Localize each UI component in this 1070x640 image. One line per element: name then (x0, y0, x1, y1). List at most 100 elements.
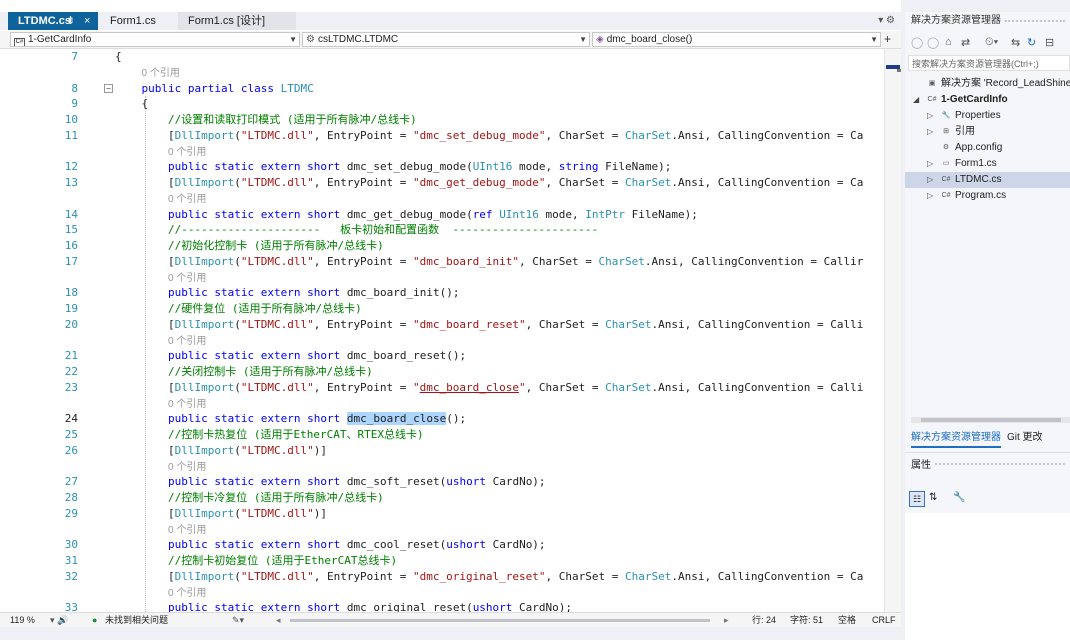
navigation-bar: C# 1-GetCardInfo ▼ ⚙ csLTDMC.LTDMC ▼ ◈ dmc_bo… (0, 31, 901, 49)
tree-item[interactable]: ▣ 解决方案 'Record_LeadShine_ (905, 76, 1070, 92)
pin-icon[interactable]: ⇟ (66, 12, 75, 30)
expander-icon[interactable]: ▷ (927, 124, 933, 140)
solution-search-input[interactable]: 搜索解决方案资源管理器(Ctrl+;) (908, 55, 1070, 71)
code-line[interactable]: 16 //初始化控制卡 (适用于所有脉冲/总线卡) (0, 239, 884, 253)
code-line[interactable]: 12 public static extern short dmc_set_de… (0, 160, 884, 174)
line-number: 33 (64, 601, 78, 612)
code-line[interactable]: 13 [DllImport("LTDMC.dll", EntryPoint = … (0, 176, 884, 190)
alphabetical-icon[interactable]: ⇅ (929, 492, 937, 503)
tab-overflow-settings[interactable]: ▾ ⚙ (878, 12, 895, 30)
scroll-thumb[interactable] (921, 418, 1061, 422)
code-line[interactable]: 29 [DllImport("LTDMC.dll")] (0, 507, 884, 521)
reference-lens[interactable]: 0 个引用 (0, 397, 884, 411)
tab-solution-explorer[interactable]: 解决方案资源管理器 (911, 430, 1001, 448)
code-line[interactable]: 9 { (0, 97, 884, 111)
vertical-scrollbar[interactable] (884, 49, 901, 612)
code-line[interactable]: 33 public static extern short dmc_origin… (0, 601, 884, 612)
class-dropdown[interactable]: ⚙ csLTDMC.LTDMC ▼ (302, 32, 590, 47)
code-line[interactable]: 7{ (0, 50, 884, 64)
code-text: //关闭控制卡 (适用于所有脉冲/总线卡) (167, 365, 373, 378)
properties-grid (905, 513, 1070, 640)
tab-ltdmc-cs[interactable]: LTDMC.cs ⇟ × (8, 12, 98, 30)
code-text: [DllImport("LTDMC.dll")] (115, 506, 327, 520)
tree-item[interactable]: ▷ ▭ Form1.cs (905, 156, 1070, 172)
code-line[interactable]: 31 //控制卡初始复位 (适用于EtherCAT总线卡) (0, 554, 884, 568)
code-line[interactable]: 8 − public partial class LTDMC (0, 82, 884, 96)
reference-lens[interactable]: 0 个引用 (0, 192, 884, 206)
chevron-down-icon: ▼ (579, 35, 587, 44)
code-line[interactable]: 18 public static extern short dmc_board_… (0, 286, 884, 300)
tab-form1-designer[interactable]: Form1.cs [设计] (178, 12, 296, 30)
tab-git-changes[interactable]: Git 更改 (1007, 430, 1043, 446)
split-window-button[interactable]: + (884, 32, 891, 46)
switch-views-icon[interactable]: ⇄ (961, 36, 970, 49)
code-line[interactable]: 10 //设置和读取打印模式 (适用于所有脉冲/总线卡) (0, 113, 884, 127)
code-text: 0 个引用 (167, 272, 207, 284)
code-line[interactable]: 30 public static extern short dmc_cool_r… (0, 538, 884, 552)
properties-title: 属性 (911, 460, 931, 471)
refresh-icon[interactable]: ↻ (1027, 36, 1036, 49)
reference-lens[interactable]: 0 个引用 (0, 523, 884, 537)
panel-horizontal-scrollbar[interactable] (911, 417, 1070, 423)
reference-lens[interactable]: 0 个引用 (0, 586, 884, 600)
tree-item[interactable]: ▷ C# LTDMC.cs (905, 172, 1070, 188)
brush-icon[interactable]: ✎▾ (232, 613, 244, 627)
project-dropdown[interactable]: C# 1-GetCardInfo ▼ (10, 32, 300, 47)
code-line[interactable]: 17 [DllImport("LTDMC.dll", EntryPoint = … (0, 255, 884, 269)
back-icon[interactable]: ◯ (911, 36, 923, 49)
line-number: 16 (64, 239, 78, 252)
reference-lens[interactable]: 0 个引用 (0, 271, 884, 285)
property-pages-icon[interactable]: 🔧 (953, 492, 965, 503)
pending-changes-icon[interactable]: ⏲▾ (985, 36, 998, 49)
forward-icon[interactable]: ◯ (927, 36, 939, 49)
scroll-left-icon[interactable]: ◂ (276, 613, 281, 627)
code-line[interactable]: 15 //--------------------- 板卡初始和配置函数 ---… (0, 223, 884, 237)
code-line[interactable]: 14 public static extern short dmc_get_de… (0, 208, 884, 222)
reference-lens[interactable]: 0 个引用 (0, 460, 884, 474)
categorized-icon[interactable]: ☷ (909, 491, 925, 507)
zoom-dropdown-icon[interactable]: ▾ 🔊 (50, 613, 68, 627)
code-line[interactable]: 20 [DllImport("LTDMC.dll", EntryPoint = … (0, 318, 884, 332)
collapse-icon[interactable]: − (104, 83, 113, 93)
code-line[interactable]: 27 public static extern short dmc_soft_r… (0, 475, 884, 489)
tree-item-label: Program.cs (955, 190, 1007, 201)
expander-icon[interactable]: ◢ (913, 92, 919, 108)
collapse-all-icon[interactable]: ⊟ (1045, 36, 1054, 49)
code-line[interactable]: 32 [DllImport("LTDMC.dll", EntryPoint = … (0, 570, 884, 584)
scroll-right-icon[interactable]: ▸ (724, 613, 729, 627)
code-line[interactable]: 26 [DllImport("LTDMC.dll")] (0, 444, 884, 458)
code-line[interactable]: 28 //控制卡冷复位 (适用于所有脉冲/总线卡) (0, 491, 884, 505)
code-area[interactable]: 7{ 0 个引用 8− public partial class LTDMC 9 {… (0, 49, 884, 612)
code-line[interactable]: 19 //硬件复位 (适用于所有脉冲/总线卡) (0, 302, 884, 316)
tree-item[interactable]: ⚙ App.config (905, 140, 1070, 156)
reference-lens[interactable]: 0 个引用 (0, 66, 884, 80)
issues-status[interactable]: 未找到相关问题 (105, 613, 168, 627)
code-line[interactable]: 11 [DllImport("LTDMC.dll", EntryPoint = … (0, 129, 884, 143)
expander-icon[interactable]: ▷ (927, 188, 933, 204)
code-line[interactable]: 24 public static extern short dmc_board_… (0, 412, 884, 426)
expander-icon[interactable]: ▷ (927, 108, 933, 124)
reference-lens[interactable]: 0 个引用 (0, 145, 884, 159)
expander-icon[interactable]: ▷ (927, 172, 933, 188)
code-line[interactable]: 21 public static extern short dmc_board_… (0, 349, 884, 363)
expander-icon[interactable]: ▷ (927, 156, 933, 172)
sync-icon[interactable]: ⇆ (1011, 36, 1020, 49)
home-icon[interactable]: ⌂ (945, 36, 952, 48)
zoom-level[interactable]: 119 % (10, 613, 35, 627)
whitespace-indicator[interactable]: 空格 (838, 613, 856, 627)
csharp-project-icon: C# (14, 38, 25, 46)
horizontal-scrollbar-thumb[interactable] (290, 619, 710, 622)
code-line[interactable]: 23 [DllImport("LTDMC.dll", EntryPoint = … (0, 381, 884, 395)
tree-item[interactable]: ▷ 🔧 Properties (905, 108, 1070, 124)
reference-lens[interactable]: 0 个引用 (0, 334, 884, 348)
code-line[interactable]: 25 //控制卡热复位 (适用于EtherCAT、RTEX总线卡) (0, 428, 884, 442)
member-name: dmc_board_close() (606, 34, 693, 45)
code-line[interactable]: 22 //关闭控制卡 (适用于所有脉冲/总线卡) (0, 365, 884, 379)
tree-item[interactable]: ▷ ⊞ 引用 (905, 124, 1070, 140)
tree-item[interactable]: ▷ C# Program.cs (905, 188, 1070, 204)
tab-form1-cs[interactable]: Form1.cs (100, 12, 180, 30)
member-dropdown[interactable]: ◈ dmc_board_close() ▼ (592, 32, 881, 47)
tree-item[interactable]: ◢ C# 1-GetCardInfo (905, 92, 1070, 108)
line-ending-indicator[interactable]: CRLF (872, 613, 896, 627)
close-icon[interactable]: × (84, 12, 90, 30)
